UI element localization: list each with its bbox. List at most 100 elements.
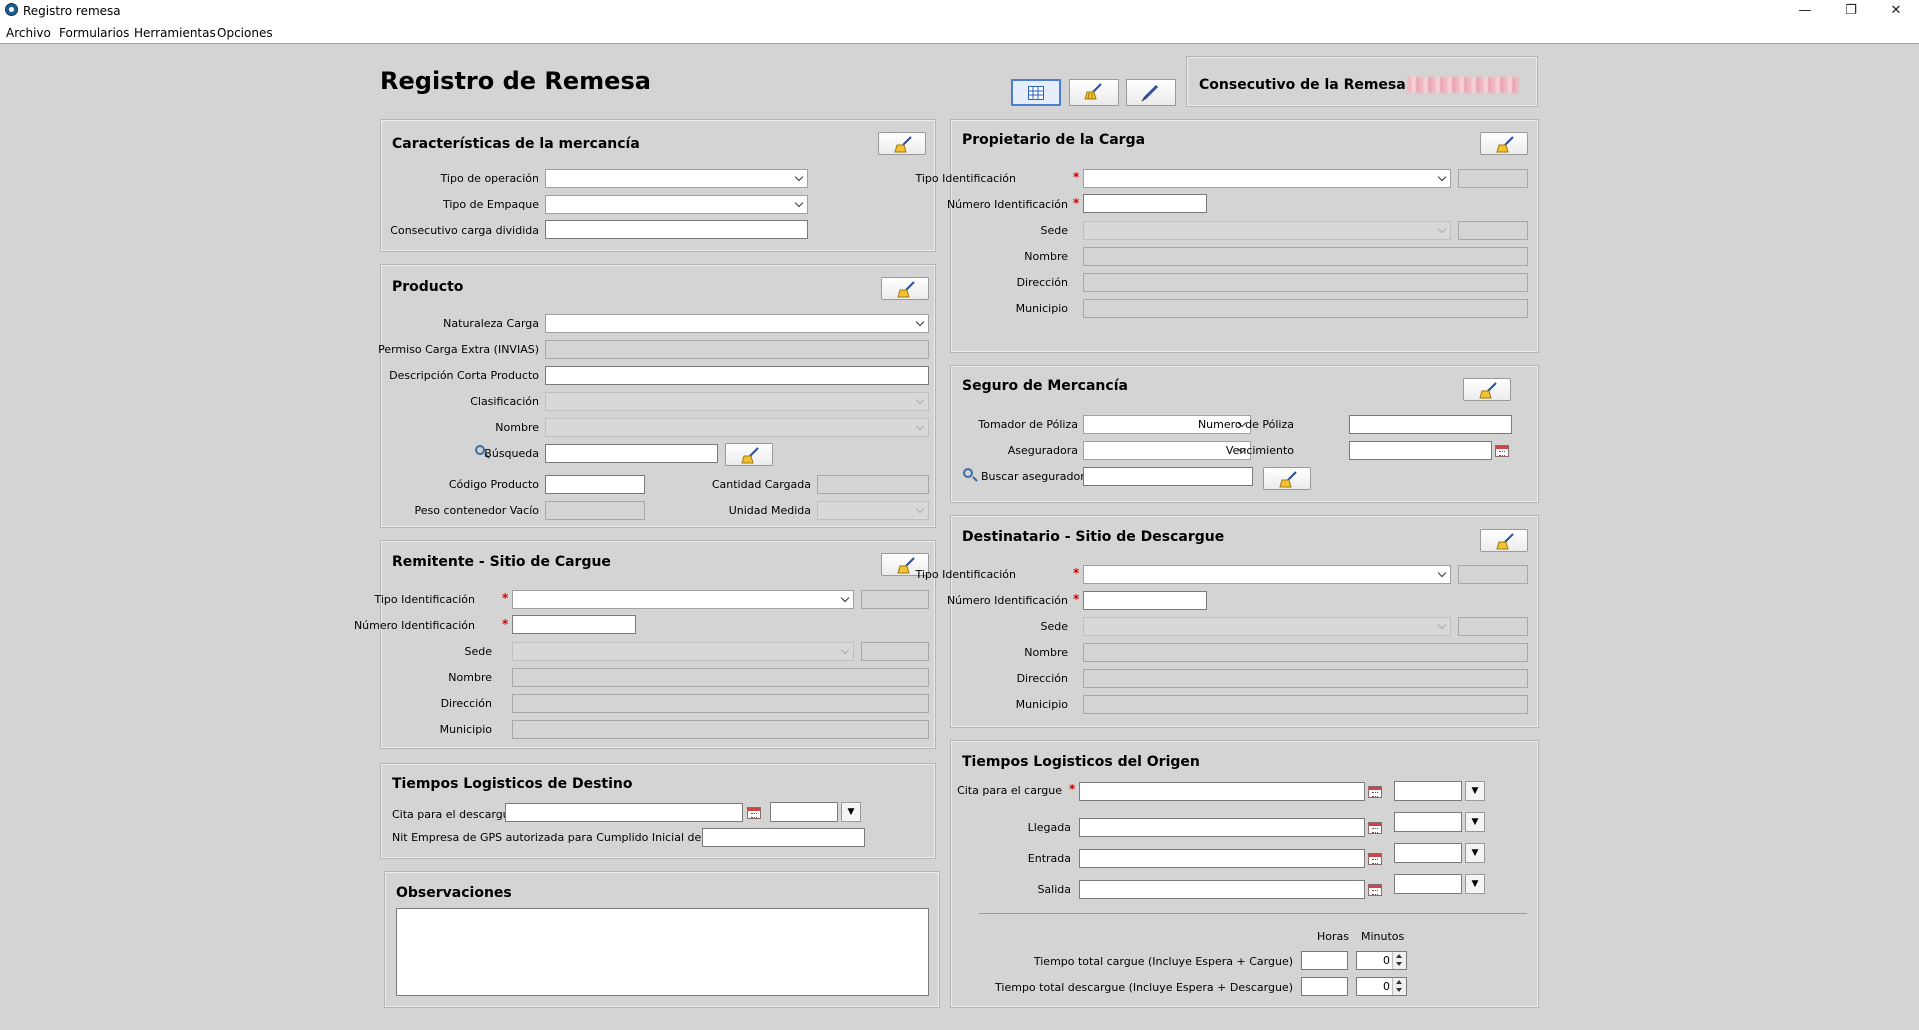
horas-header: Horas [1317, 930, 1349, 943]
window-title: Registro remesa [23, 4, 121, 18]
broom-icon [897, 281, 915, 298]
producto-clear-button[interactable] [881, 277, 929, 300]
propietario-clear-button[interactable] [1480, 132, 1528, 155]
time-dropdown-button[interactable]: ▼ [1465, 874, 1485, 894]
propietario-tipo-id-select[interactable] [1083, 169, 1451, 188]
remitente-tipo-id-code [861, 590, 929, 609]
seguro-clear-button[interactable] [1463, 378, 1511, 401]
search-icon [963, 468, 973, 478]
descripcion-input[interactable] [545, 366, 929, 385]
observaciones-textarea[interactable] [396, 908, 929, 996]
cita-cargue-label: Cita para el cargue [957, 784, 1062, 797]
destinatario-tipo-id-select[interactable] [1083, 565, 1451, 584]
producto-nombre-select[interactable] [545, 418, 929, 437]
caracteristicas-clear-button[interactable] [878, 132, 926, 155]
menu-formularios[interactable]: Formularios [59, 26, 129, 40]
menu-archivo[interactable]: Archivo [6, 26, 51, 40]
calendar-icon[interactable] [1368, 786, 1382, 798]
required-marker: * [502, 617, 509, 631]
salida-time[interactable] [1394, 874, 1462, 894]
buscar-aseguradora-input[interactable] [1083, 467, 1253, 486]
destinatario-clear-button[interactable] [1480, 529, 1528, 552]
total-cargue-minutos[interactable]: 0 [1356, 951, 1407, 970]
propietario-numero-id-input[interactable] [1083, 194, 1207, 213]
numero-poliza-label: Numero de Póliza [1197, 418, 1294, 431]
cita-descargue-input[interactable] [505, 803, 743, 822]
destinatario-direccion-label: Dirección [1016, 672, 1068, 685]
remitente-numero-id-input[interactable] [512, 615, 636, 634]
destinatario-municipio-label: Municipio [1015, 698, 1068, 711]
seguro-panel: Seguro de Mercancía Tomador de Póliza Nu… [950, 365, 1539, 503]
destinatario-numero-id-input[interactable] [1083, 591, 1207, 610]
codigo-input[interactable] [545, 475, 645, 494]
time-dropdown-button[interactable]: ▼ [1465, 843, 1485, 863]
remitente-municipio-label: Municipio [439, 723, 492, 736]
clasificacion-select[interactable] [545, 392, 929, 411]
page-title: Registro de Remesa [380, 67, 651, 95]
destinatario-sede-select[interactable] [1083, 617, 1451, 636]
total-descargue-horas[interactable] [1301, 977, 1348, 996]
broom-icon [1084, 83, 1102, 100]
unidad-select[interactable] [817, 501, 929, 520]
calendar-icon[interactable] [747, 807, 761, 819]
destino-panel: Tiempos Logisticos de Destino Cita para … [380, 763, 936, 859]
numero-poliza-input[interactable] [1349, 415, 1512, 434]
entrada-time[interactable] [1394, 843, 1462, 863]
calendar-icon[interactable] [1368, 853, 1382, 865]
total-descargue-minutos[interactable]: 0 [1356, 977, 1407, 996]
nit-gps-input[interactable] [702, 828, 865, 847]
propietario-panel: Propietario de la Carga Tipo Identificac… [915, 119, 1539, 353]
remitente-panel: Remitente - Sitio de Cargue Tipo Identif… [354, 540, 936, 749]
restore-button[interactable]: ❐ [1828, 0, 1874, 22]
total-cargue-horas[interactable] [1301, 951, 1348, 970]
clean-form-button[interactable] [1069, 79, 1119, 106]
propietario-sede-select[interactable] [1083, 221, 1451, 240]
vencimiento-input[interactable] [1349, 441, 1492, 460]
cita-cargue-time[interactable] [1394, 781, 1462, 801]
destinatario-sede-label: Sede [1040, 620, 1069, 633]
consecutivo-label: Consecutivo de la Remesa [1199, 77, 1406, 93]
producto-nombre-label: Nombre [495, 421, 539, 434]
tipo-empaque-select[interactable] [545, 195, 808, 214]
remitente-sede-select[interactable] [512, 642, 854, 661]
salida-input[interactable] [1079, 880, 1365, 899]
menu-herramientas[interactable]: Herramientas [134, 26, 216, 40]
close-button[interactable]: ✕ [1873, 0, 1919, 22]
tipo-operacion-select[interactable] [545, 169, 808, 188]
remitente-municipio-field [512, 720, 929, 739]
time-dropdown-button[interactable]: ▼ [1465, 812, 1485, 832]
entrada-input[interactable] [1079, 849, 1365, 868]
time-dropdown-button[interactable]: ▼ [1465, 781, 1485, 801]
calendar-icon[interactable] [1495, 445, 1509, 457]
calendar-icon[interactable] [1368, 884, 1382, 896]
buscar-aseguradora-clear-button[interactable] [1263, 467, 1311, 490]
naturaleza-select[interactable] [545, 314, 929, 333]
time-dropdown-button[interactable]: ▼ [841, 802, 861, 822]
producto-panel: Producto Naturaleza Carga Permiso Carga … [378, 264, 936, 528]
menu-opciones[interactable]: Opciones [217, 26, 273, 40]
permiso-field [545, 340, 929, 359]
minimize-button[interactable]: — [1782, 0, 1828, 22]
remitente-tipo-id-select[interactable] [512, 590, 854, 609]
pen-button[interactable] [1126, 79, 1176, 106]
consecutivo-carga-label: Consecutivo carga dividida [390, 224, 539, 237]
destinatario-nombre-label: Nombre [1024, 646, 1068, 659]
required-marker: * [1073, 196, 1080, 210]
llegada-input[interactable] [1079, 818, 1365, 837]
remitente-sede-code [861, 642, 929, 661]
propietario-sede-label: Sede [1040, 224, 1069, 237]
cita-cargue-input[interactable] [1079, 782, 1365, 801]
required-marker: * [1073, 592, 1080, 606]
llegada-time[interactable] [1394, 812, 1462, 832]
cita-descargue-time[interactable] [770, 802, 838, 822]
calendar-icon[interactable] [1368, 822, 1382, 834]
busqueda-clear-button[interactable] [725, 443, 773, 466]
consecutivo-carga-input[interactable] [545, 220, 808, 239]
propietario-sede-code [1458, 221, 1528, 240]
required-marker: * [1073, 566, 1080, 580]
total-descargue-label: Tiempo total descargue (Incluye Espera +… [995, 981, 1293, 994]
grid-view-button[interactable] [1011, 79, 1061, 106]
vencimiento-label: Vencimiento [1225, 444, 1294, 457]
remitente-tipo-id-label: Tipo Identificación [374, 593, 475, 606]
busqueda-input[interactable] [545, 444, 718, 463]
